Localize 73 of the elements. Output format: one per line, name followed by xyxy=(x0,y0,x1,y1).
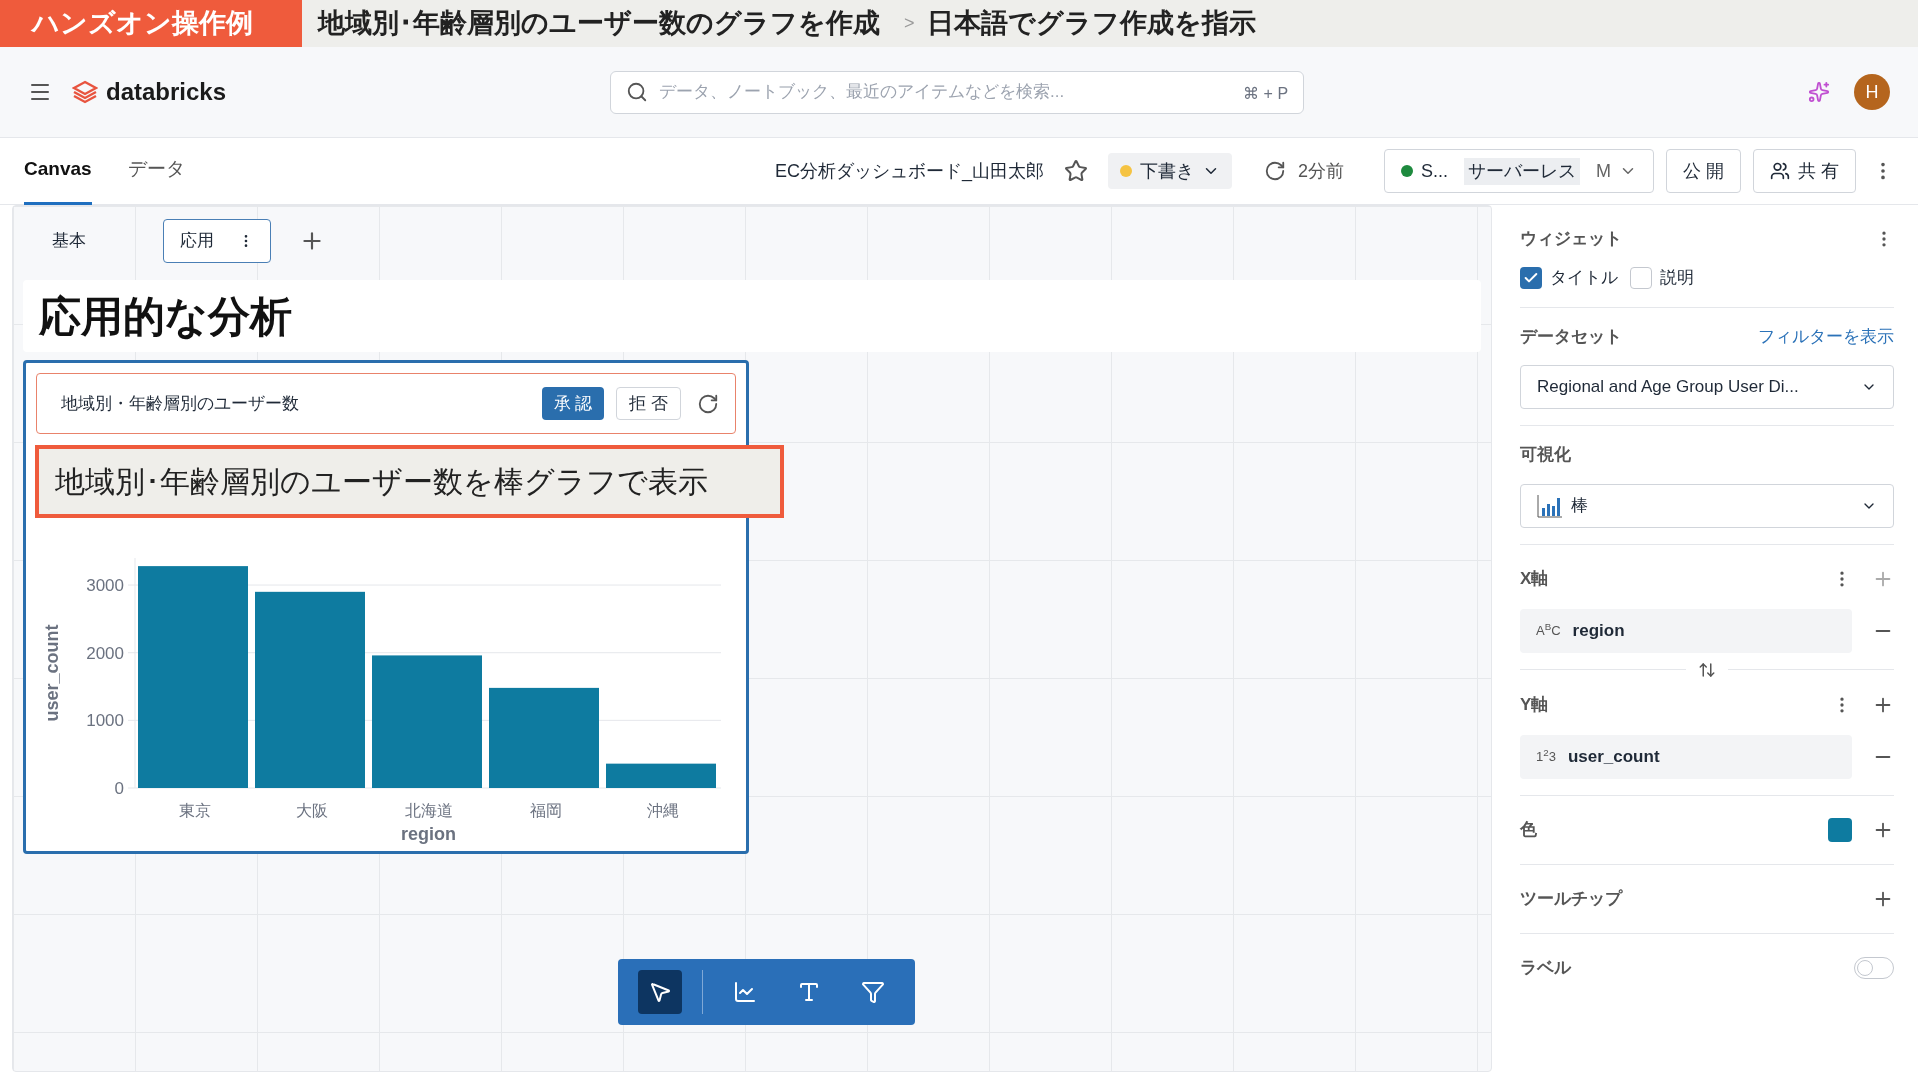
section-title: ラベル xyxy=(1520,957,1573,980)
swap-icon[interactable] xyxy=(1698,660,1716,679)
avatar[interactable]: H xyxy=(1854,74,1890,110)
page-tab[interactable]: 基本 xyxy=(35,219,103,263)
chart-icon xyxy=(733,980,757,1004)
logo-icon xyxy=(72,79,98,105)
logo-text: databricks xyxy=(106,77,227,107)
banner-title: 地域別･年齢層別のユーザー数のグラフを作成 xyxy=(318,7,880,41)
number-type-label: 1$^{2}$3 xyxy=(1536,746,1556,766)
compute-selector[interactable]: S... サーバーレス M xyxy=(1383,149,1654,193)
section-title: ウィジェット xyxy=(1520,228,1622,251)
field-chip[interactable]: A$^{B}$C region xyxy=(1520,608,1852,653)
filter-icon xyxy=(861,980,885,1004)
field-name: user_count xyxy=(1567,745,1660,768)
shortcut-hint: ⌘ + P xyxy=(1243,83,1289,104)
x-tick-label: 沖縄 xyxy=(646,802,679,819)
page-heading: 応用的な分析 xyxy=(39,291,292,342)
regenerate-icon[interactable] xyxy=(697,392,719,415)
pointer-icon xyxy=(648,980,672,1004)
section-title: データセット xyxy=(1520,325,1622,348)
section-title: 可視化 xyxy=(1520,445,1571,464)
dataset-dropdown[interactable]: Regional and Age Group User Di... xyxy=(1520,365,1894,409)
section-title: X軸 xyxy=(1520,567,1550,590)
text-icon xyxy=(797,980,821,1004)
compute-name: S... xyxy=(1420,159,1448,183)
y-tick-label: 1000 xyxy=(86,711,124,731)
visualization-name: 棒 xyxy=(1571,494,1589,517)
checkbox-label: タイトル xyxy=(1550,267,1618,289)
checkbox[interactable] xyxy=(1520,266,1542,289)
checkbox[interactable] xyxy=(1630,266,1652,289)
string-type-label: A$^{B}$C xyxy=(1536,620,1561,640)
annotation-text: 地域別･年齢層別のユーザー数を棒グラフで表示 xyxy=(55,464,708,500)
show-filters-link[interactable]: フィルターを表示 xyxy=(1758,323,1894,349)
section-title: Y軸 xyxy=(1520,693,1550,716)
publish-button[interactable]: 公 開 xyxy=(1665,149,1741,193)
visualization-dropdown[interactable]: 棒 xyxy=(1520,483,1894,528)
field-chip[interactable]: 1$^{2}$3 user_count xyxy=(1520,734,1852,779)
checkbox-label: 説明 xyxy=(1660,267,1694,289)
prompt-text: 地域別・年齢層別のユーザー数 xyxy=(61,392,300,415)
refresh-icon[interactable] xyxy=(1263,160,1286,182)
section-title: 色 xyxy=(1520,818,1538,841)
bar-chart-icon xyxy=(1537,493,1563,518)
x-tick-label: 大阪 xyxy=(295,802,328,819)
y-tick-label: 2000 xyxy=(86,643,124,663)
compute-type: サーバーレス xyxy=(1463,157,1580,185)
people-icon xyxy=(1770,161,1790,181)
field-name: region xyxy=(1572,619,1625,642)
banner-subtitle: 日本語でグラフ作成を指示 xyxy=(926,7,1256,41)
dashboard-title: EC分析ダッシュボード_山田太郎 xyxy=(774,159,1044,184)
approve-button[interactable]: 承 認 xyxy=(541,387,605,420)
y-tick-label: 3000 xyxy=(86,576,124,596)
y-axis-title: user_count xyxy=(42,624,62,722)
x-tick-label: 福岡 xyxy=(529,802,562,819)
y-tick-label: 0 xyxy=(114,779,124,798)
sparkle-icon[interactable] xyxy=(1808,81,1830,103)
compute-size: M xyxy=(1595,159,1611,183)
x-axis-title: region xyxy=(401,824,456,844)
x-tick-label: 東京 xyxy=(178,802,211,819)
search-icon xyxy=(626,80,649,103)
updated-time: 2分前 xyxy=(1297,159,1344,183)
prompt-field[interactable]: 地域別・年齢層別のユーザー数 承 認 拒 否 xyxy=(36,373,736,434)
reject-button[interactable]: 拒 否 xyxy=(616,387,681,420)
star-icon[interactable] xyxy=(1063,159,1088,183)
banner-badge: ハンズオン操作例 xyxy=(0,0,302,47)
status-dropdown[interactable]: 下書き xyxy=(1107,153,1232,189)
separator: > xyxy=(904,12,915,35)
color-swatch[interactable] xyxy=(1828,817,1852,842)
pointer-tool-button[interactable] xyxy=(638,970,682,1014)
share-button[interactable]: 共 有 xyxy=(1753,149,1856,193)
x-tick-label: 北海道 xyxy=(404,802,453,819)
page-tab[interactable]: 応用 xyxy=(163,219,271,263)
tab[interactable]: データ xyxy=(127,137,185,205)
section-title: ツールチップ xyxy=(1520,887,1624,910)
